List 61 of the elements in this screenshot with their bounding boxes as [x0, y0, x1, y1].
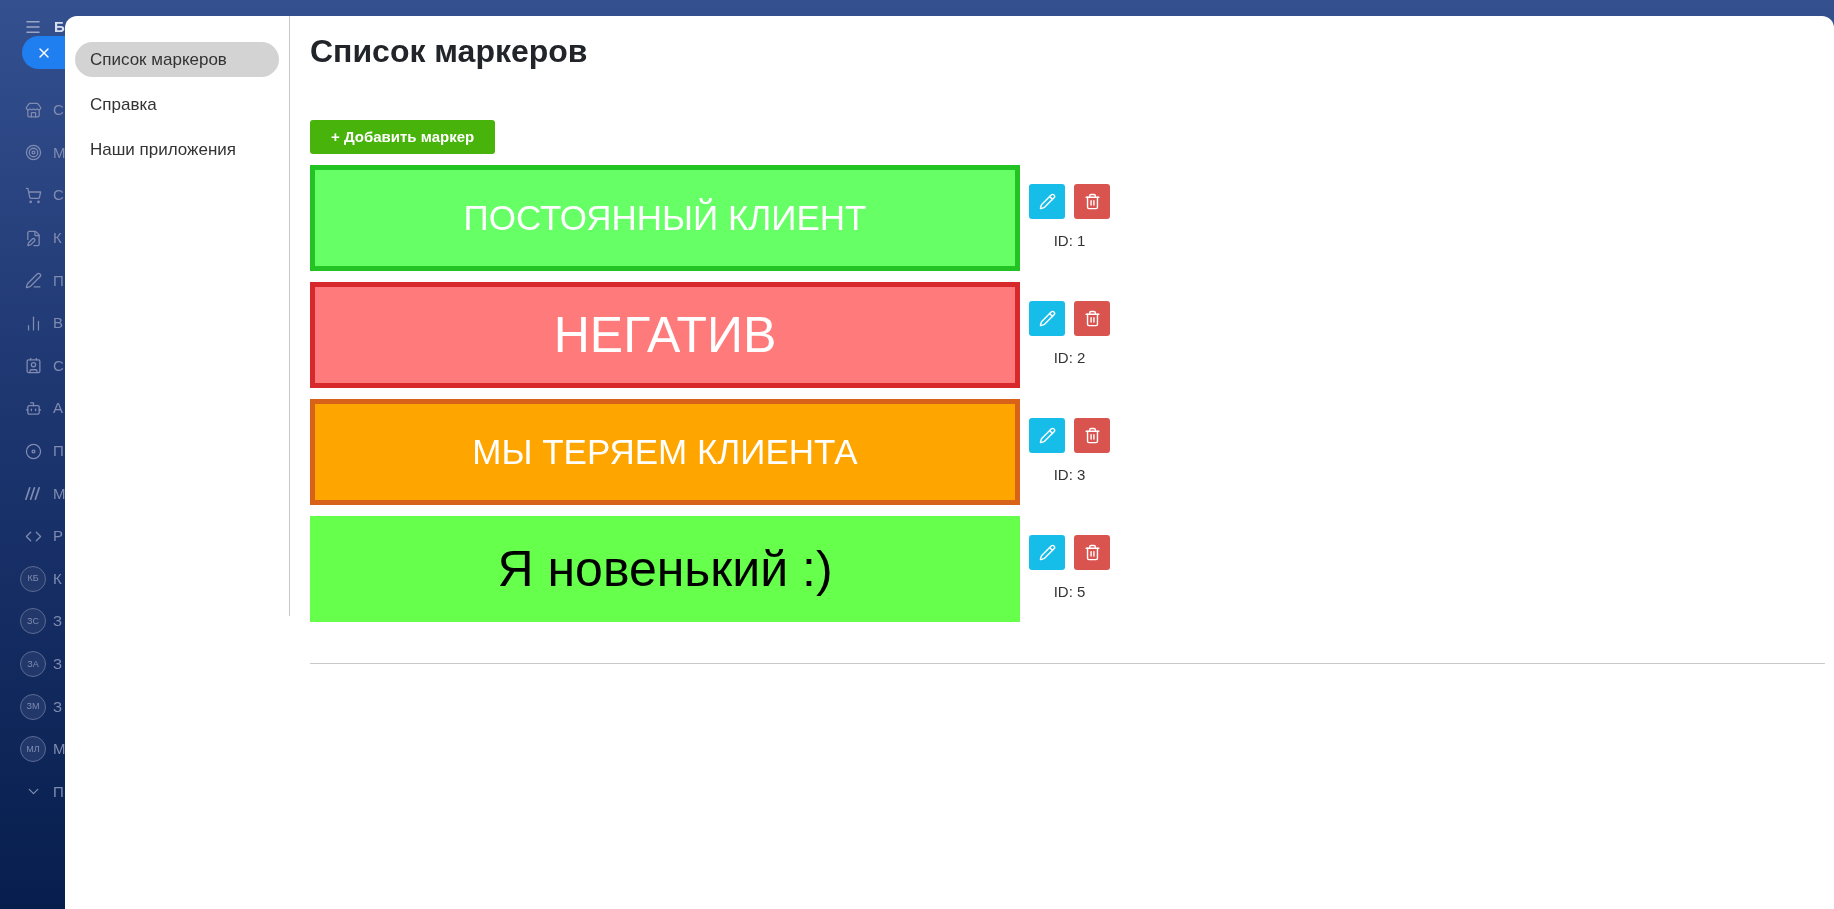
menu-label: М	[53, 484, 66, 503]
initials-avatar: МЛ	[20, 736, 46, 763]
edit-button[interactable]	[1029, 301, 1065, 336]
disc-icon	[25, 442, 42, 460]
menu-label: К	[53, 569, 62, 588]
menu-label: В	[53, 314, 63, 333]
marker-label: НЕГАТИВ	[553, 306, 777, 364]
menu-label: З	[53, 612, 63, 631]
delete-button[interactable]	[1074, 184, 1110, 219]
page-title: Список маркеров	[310, 32, 588, 70]
marker-label: МЫ ТЕРЯЕМ КЛИЕНТА	[472, 431, 858, 473]
marker-id: ID: 5	[1053, 583, 1086, 601]
pen-icon	[25, 272, 42, 290]
initials-avatar: ЗС	[20, 608, 46, 635]
initials-avatar: ЗА	[20, 651, 46, 677]
store-icon	[25, 101, 42, 119]
menu-label: З	[53, 697, 63, 716]
menu-label: К	[53, 229, 62, 248]
menu-label: З	[53, 655, 63, 673]
document-pen-icon	[25, 229, 42, 247]
menu-label: С	[53, 101, 64, 120]
cart-icon	[25, 187, 42, 204]
menu-label: М	[53, 740, 66, 759]
menu-label: Р	[53, 527, 63, 546]
marker-label: ПОСТОЯННЫЙ КЛИЕНТ	[463, 197, 867, 239]
menu-icon	[24, 18, 42, 36]
edit-button[interactable]	[1029, 184, 1065, 219]
pencil-icon	[1038, 310, 1056, 327]
robot-icon	[25, 399, 42, 417]
pencil-icon	[1038, 193, 1056, 210]
slanted-stripes-icon	[25, 485, 42, 503]
pencil-icon	[1038, 427, 1056, 444]
marker-id: ID: 2	[1053, 349, 1086, 367]
target-icon	[25, 144, 42, 162]
app-title: Б	[54, 18, 65, 36]
bar-chart-icon	[25, 314, 42, 332]
menu-label: А	[53, 399, 63, 418]
edit-button[interactable]	[1029, 535, 1065, 570]
trash-icon	[1083, 310, 1101, 327]
trash-icon	[1083, 544, 1101, 561]
marker-id: ID: 3	[1053, 466, 1086, 484]
marker-id: ID: 1	[1053, 232, 1086, 250]
menu-label: С	[53, 186, 64, 205]
menu-label: М	[53, 143, 66, 162]
delete-button[interactable]	[1074, 301, 1110, 336]
trash-icon	[1083, 427, 1101, 444]
close-button[interactable]	[22, 36, 65, 69]
marker-label: Я новенький :)	[497, 540, 833, 598]
delete-button[interactable]	[1074, 535, 1110, 570]
initials-avatar: ЗМ	[20, 693, 46, 720]
trash-icon	[1083, 193, 1101, 210]
contact-card-icon	[25, 357, 42, 375]
delete-button[interactable]	[1074, 418, 1110, 453]
pencil-icon	[1038, 544, 1056, 561]
menu-label: П	[53, 782, 64, 801]
menu-label: П	[53, 271, 64, 290]
sidebar-item[interactable]: Список маркеров	[75, 42, 279, 77]
edit-button[interactable]	[1029, 418, 1065, 453]
initials-avatar: КБ	[20, 565, 46, 592]
menu-label: С	[53, 356, 64, 375]
menu-label: П	[53, 442, 64, 461]
